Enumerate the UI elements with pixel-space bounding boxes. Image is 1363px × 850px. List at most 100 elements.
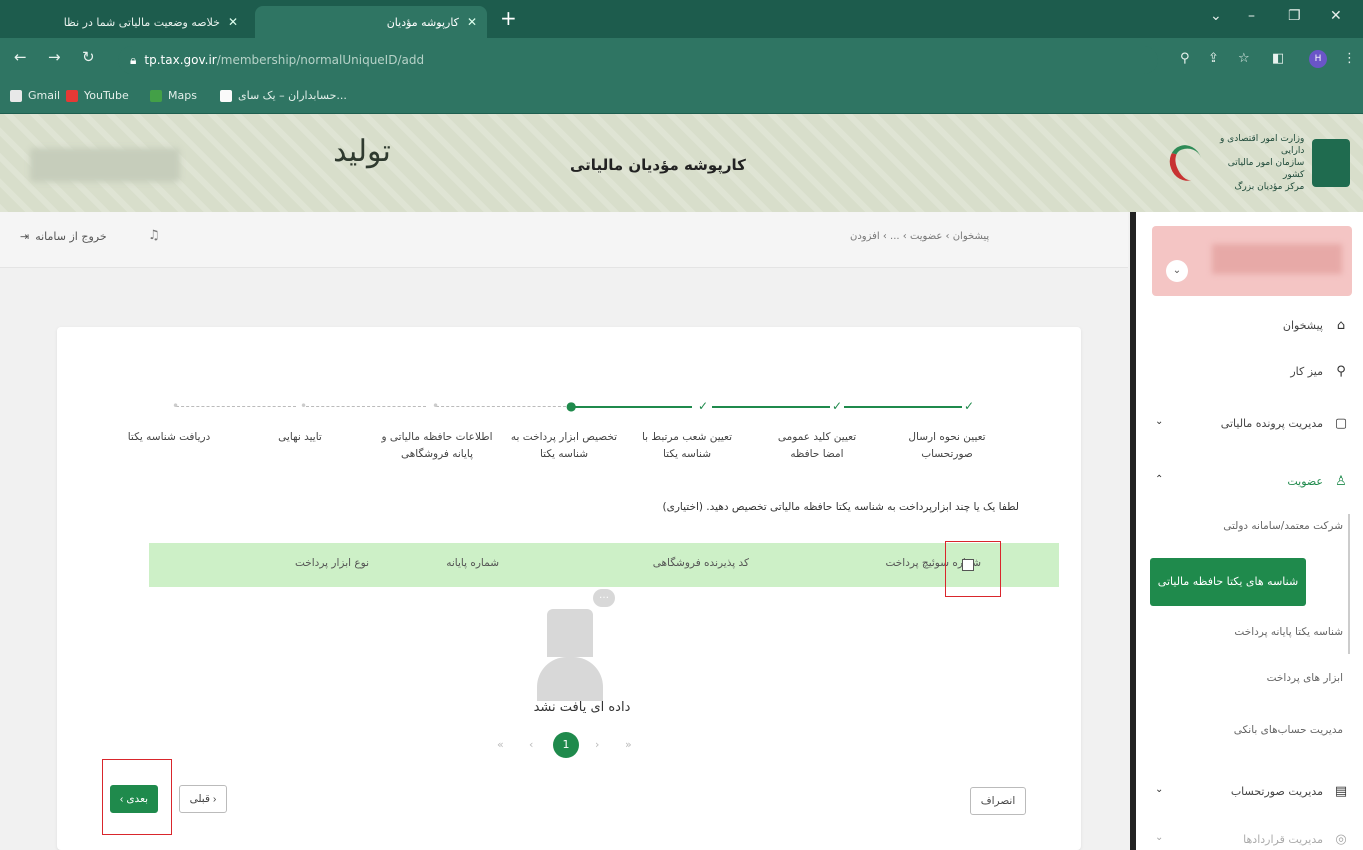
speech-bubble-icon: … bbox=[593, 589, 615, 607]
previous-button[interactable]: ‹ قبلی bbox=[179, 785, 227, 813]
figure-head bbox=[547, 609, 593, 657]
table-header: شماره سوئیچ پرداخت کد پذیرنده فروشگاهی ش… bbox=[149, 543, 1059, 587]
sidebar: ⌄ ⌂ پیشخوان ⚲ میز کار ▢ مدیریت پرونده ما… bbox=[1130, 212, 1363, 850]
instruction-text: لطفا یک یا چند ابزارپرداخت به شناسه یکتا… bbox=[662, 501, 1019, 513]
file-icon: ▢ bbox=[1334, 415, 1348, 431]
step-label-receive-id: دریافت شناسه یکتا bbox=[127, 431, 211, 443]
page-title: کارپوشه مؤدیان مالیاتی bbox=[570, 156, 746, 174]
share-icon[interactable]: ⇪ bbox=[1208, 51, 1219, 66]
wizard-stepper: • • • ● ✓ ✓ ✓ bbox=[172, 397, 1032, 417]
contract-icon: ◎ bbox=[1335, 831, 1347, 847]
chevron-down-icon[interactable]: ⌄ bbox=[1166, 260, 1188, 282]
tolid-logo: تولید bbox=[333, 134, 391, 169]
step-connector bbox=[306, 406, 426, 407]
check-icon: ✓ bbox=[964, 399, 975, 413]
main-card: • • • ● ✓ ✓ ✓ تعیین نحوه ارسال صورتحساب … bbox=[57, 327, 1081, 850]
site-header: تولید کارپوشه مؤدیان مالیاتی وزارت امور … bbox=[0, 114, 1363, 212]
sidebar-sub-trusted-company[interactable]: شرکت معتمد/سامانه دولتی bbox=[1163, 520, 1343, 532]
empty-state-illustration: … bbox=[535, 589, 619, 701]
restore-icon[interactable]: ❐ bbox=[1288, 8, 1301, 24]
sidebar-item-contracts[interactable]: ◎ مدیریت قراردادها ⌄ bbox=[1149, 824, 1349, 850]
chevron-up-icon: ⌃ bbox=[1155, 474, 1164, 485]
first-page-icon[interactable]: « bbox=[497, 738, 504, 751]
chevron-down-icon: ⌄ bbox=[1155, 784, 1164, 795]
pagination: « ‹ 1 › » bbox=[487, 732, 687, 762]
maps-icon bbox=[150, 89, 162, 102]
step-label-public-key: تعیین کلید عمومی امضا حافظه bbox=[777, 431, 857, 460]
browser-tab-tax-summary[interactable]: ✕ خلاصه وضعیت مالیاتی شما در نظا bbox=[8, 6, 248, 38]
user-card[interactable]: ⌄ bbox=[1152, 226, 1352, 296]
page-toolbar: خروج از سامانه ⇥ ♫ پیشخوان › عضویت › ...… bbox=[0, 212, 1128, 268]
home-icon: ⌂ bbox=[1336, 317, 1346, 333]
browser-tab-karpooshe[interactable]: ✕ کارپوشه مؤدیان bbox=[255, 6, 487, 38]
cancel-button[interactable]: انصراف bbox=[970, 787, 1026, 815]
user-icon: ♙ bbox=[1335, 473, 1347, 489]
last-page-icon[interactable]: » bbox=[625, 738, 632, 751]
step-connector bbox=[176, 406, 296, 407]
lock-icon: 🔒︎ bbox=[130, 53, 137, 67]
sidebar-item-tax-file[interactable]: ▢ مدیریت پرونده مالیاتی ⌄ bbox=[1149, 408, 1349, 438]
sidebar-sub-payment-tools[interactable]: ابزار های پرداخت bbox=[1163, 672, 1343, 684]
submenu-divider bbox=[1348, 514, 1350, 654]
close-tab-icon[interactable]: ✕ bbox=[228, 15, 238, 29]
site-icon bbox=[220, 89, 232, 102]
sidebar-item-membership[interactable]: ♙ عضویت ⌃ bbox=[1149, 466, 1349, 496]
prev-page-icon[interactable]: ‹ bbox=[529, 738, 533, 751]
column-tool-type[interactable]: نوع ابزار پرداخت bbox=[295, 557, 369, 569]
column-terminal-number[interactable]: شماره پایانه bbox=[446, 557, 499, 569]
step-label-memory-info: اطلاعات حافظه مالیاتی و پایانه فروشگاهی bbox=[381, 431, 493, 460]
sidepanel-icon[interactable]: ◧ bbox=[1272, 51, 1284, 66]
highlight-next-button bbox=[102, 759, 172, 835]
profile-avatar[interactable]: H bbox=[1309, 50, 1327, 68]
close-window-icon[interactable]: ✕ bbox=[1330, 8, 1342, 24]
check-icon: ✓ bbox=[832, 399, 843, 413]
bookmark-star-icon[interactable]: ☆ bbox=[1238, 51, 1250, 66]
ministry-logo: وزارت امور اقتصادی و دارایی سازمان امور … bbox=[1164, 128, 1350, 198]
sidebar-sub-bank-accounts[interactable]: مدیریت حساب‌های بانکی bbox=[1163, 724, 1343, 736]
desk-icon: ⚲ bbox=[1336, 363, 1346, 379]
highlight-select-all bbox=[945, 541, 1001, 597]
close-tab-icon[interactable]: ✕ bbox=[467, 15, 477, 29]
ministry-name: وزارت امور اقتصادی و دارایی سازمان امور … bbox=[1219, 134, 1305, 192]
tab-search-icon[interactable]: ⌄ bbox=[1210, 8, 1222, 24]
new-tab-button[interactable]: + bbox=[500, 6, 517, 30]
step-label-branches: تعیین شعب مرتبط با شناسه یکتا bbox=[641, 431, 733, 460]
column-merchant-code[interactable]: کد پذیرنده فروشگاهی bbox=[653, 557, 749, 569]
step-label-final-confirm: تایید نهایی bbox=[278, 431, 322, 443]
user-name-blurred bbox=[1212, 244, 1342, 274]
bookmark-maps[interactable]: Maps bbox=[150, 89, 197, 102]
back-icon[interactable]: ← bbox=[14, 48, 27, 66]
sidebar-item-invoices[interactable]: ▤ مدیریت صورتحساب ⌄ bbox=[1149, 776, 1349, 806]
next-page-icon[interactable]: › bbox=[595, 738, 599, 751]
sidebar-sub-payment-terminal-id[interactable]: شناسه یکتا پایانه پرداخت bbox=[1163, 626, 1343, 638]
breadcrumb[interactable]: پیشخوان › عضویت › ... › افزودن bbox=[850, 231, 989, 242]
zoom-icon[interactable]: ⚲ bbox=[1180, 51, 1190, 66]
bookmarks-bar: Gmail YouTube Maps حسابداران – یک سای... bbox=[0, 80, 1363, 114]
sidebar-item-dashboard[interactable]: ⌂ پیشخوان bbox=[1149, 310, 1349, 340]
step-label-payment-tools: تخصیص ابزار پرداخت به شناسه یکتا bbox=[510, 431, 618, 460]
empty-state-text: داده ای یافت نشد bbox=[533, 700, 631, 715]
menu-kebab-icon[interactable]: ⋮ bbox=[1343, 51, 1356, 66]
chevron-down-icon: ⌄ bbox=[1155, 416, 1164, 427]
figure-body bbox=[537, 657, 603, 701]
reload-icon[interactable]: ↻ bbox=[82, 48, 95, 66]
browser-tab-bar: ✕ خلاصه وضعیت مالیاتی شما در نظا ✕ کارپو… bbox=[0, 0, 1363, 38]
bookmark-youtube[interactable]: YouTube bbox=[66, 89, 129, 102]
page-current[interactable]: 1 bbox=[553, 732, 579, 758]
sidebar-item-desk[interactable]: ⚲ میز کار bbox=[1149, 356, 1349, 386]
chevron-down-icon: ⌄ bbox=[1155, 832, 1164, 843]
bookmark-gmail[interactable]: Gmail bbox=[10, 89, 60, 102]
address-row: ← → ↻ 🔒︎ tp.tax.gov.ir/membership/normalU… bbox=[0, 38, 1363, 80]
logout-icon: ⇥ bbox=[20, 230, 30, 243]
step-dot-todo: • bbox=[172, 399, 180, 413]
forward-icon[interactable]: → bbox=[48, 48, 61, 66]
step-dot-todo: • bbox=[300, 399, 308, 413]
address-bar[interactable]: 🔒︎ tp.tax.gov.ir/membership/normalUniqueI… bbox=[118, 46, 1158, 74]
logout-link[interactable]: خروج از سامانه ⇥ bbox=[20, 230, 107, 243]
minimize-icon[interactable]: – bbox=[1248, 8, 1255, 24]
sidebar-sub-tax-memory-ids[interactable]: شناسه های یکتا حافظه مالیاتی bbox=[1150, 558, 1306, 606]
flag-swoosh-icon bbox=[1164, 140, 1207, 186]
bell-icon[interactable]: ♫ bbox=[148, 228, 160, 243]
bookmark-hesabdaran[interactable]: حسابداران – یک سای... bbox=[220, 89, 347, 102]
tab-title: خلاصه وضعیت مالیاتی شما در نظا bbox=[63, 15, 220, 29]
